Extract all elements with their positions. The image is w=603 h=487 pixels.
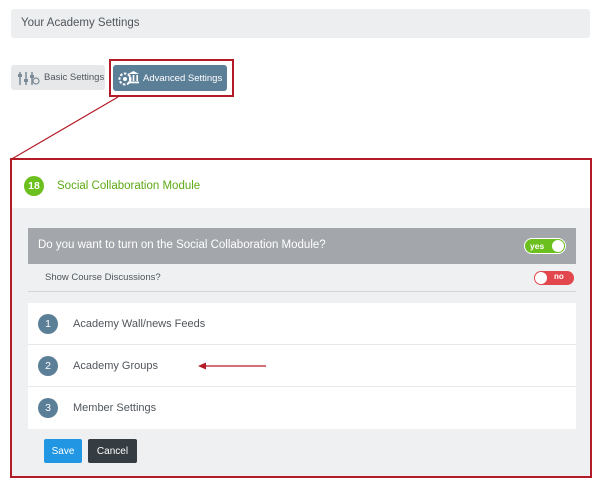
item-number-badge: 1 [38,313,58,334]
module-enable-toggle[interactable]: yes [524,238,566,254]
toggle-yes-label: yes [530,241,545,251]
item-number-badge: 3 [38,398,58,418]
arrow-left-icon [198,362,266,370]
list-item-academy-groups[interactable]: 2 Academy Groups [28,345,576,387]
panel-title: Social Collaboration Module [57,180,201,192]
page-title: Your Academy Settings [21,17,140,29]
tab-advanced-label: Advanced Settings [143,72,223,84]
header-pointer-notch [27,200,43,208]
item-label: Academy Groups [73,359,158,372]
list-item-academy-wall[interactable]: 1 Academy Wall/news Feeds [28,303,576,345]
social-collaboration-panel: 18 Social Collaboration Module Do you wa… [10,158,592,478]
step-number-badge: 18 [24,176,44,196]
settings-sliders-icon [16,69,40,87]
course-discussions-label: Show Course Discussions? [45,272,161,283]
gear-institution-icon [117,68,139,88]
module-enable-question: Do you want to turn on the Social Collab… [28,228,576,264]
item-label: Member Settings [73,402,157,414]
toggle-knob [535,272,547,284]
page-title-bar: Your Academy Settings [11,9,590,38]
course-discussions-toggle[interactable]: no [534,271,574,285]
save-button[interactable]: Save [44,439,82,463]
list-item-member-settings[interactable]: 3 Member Settings [28,387,576,429]
item-label: Academy Wall/news Feeds [73,317,206,330]
toggle-no-label: no [554,272,564,281]
module-sections-list: 1 Academy Wall/news Feeds 2 Academy Grou… [28,303,576,429]
course-discussions-row: Show Course Discussions? no [28,264,576,292]
module-question-text: Do you want to turn on the Social Collab… [38,239,326,251]
item-number-badge: 2 [38,355,58,376]
tab-basic-label: Basic Settings [44,72,105,83]
panel-header: 18 Social Collaboration Module [12,160,590,208]
tab-advanced-settings[interactable]: Advanced Settings [113,65,227,91]
tab-basic-settings[interactable]: Basic Settings [11,65,105,90]
toggle-knob [552,240,564,252]
cancel-button[interactable]: Cancel [88,439,137,463]
